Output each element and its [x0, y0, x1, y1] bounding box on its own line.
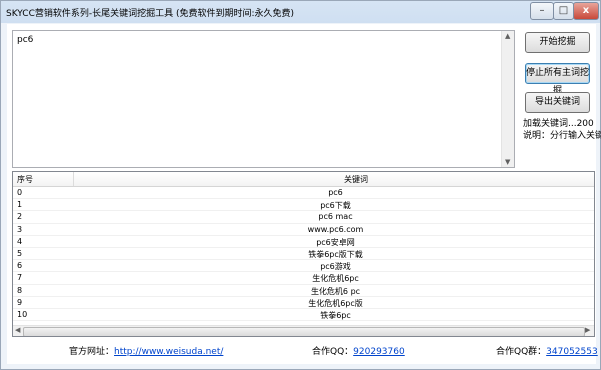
row-keyword: pc6游戏 [320, 262, 351, 272]
column-header-index[interactable]: 序号 [17, 174, 33, 185]
row-index: 5 [17, 248, 23, 258]
row-keyword: 铁拳6pc [320, 310, 351, 320]
official-site-label: 官方网址： [69, 347, 115, 357]
table-row[interactable]: 1 pc6下载 [13, 199, 594, 212]
row-index: 2 [17, 212, 23, 222]
scroll-left-icon[interactable]: ◀ [15, 326, 20, 334]
row-keyword: pc6下载 [320, 201, 351, 211]
table-row[interactable]: 7 生化危机6pc [13, 272, 594, 285]
scroll-down-icon[interactable]: ▼ [505, 158, 510, 166]
table-row[interactable]: 6 pc6游戏 [13, 260, 594, 273]
row-keyword: 生化危机6pc版 [308, 298, 363, 308]
maximize-button[interactable]: □ [553, 2, 574, 20]
qq-link[interactable]: 920293760 [353, 347, 405, 357]
row-index: 10 [17, 309, 28, 319]
column-header-keyword[interactable]: 关键词 [344, 174, 368, 185]
app-window: SKYCC营销软件系列-长尾关键词挖掘工具 (免费软件到期时间:永久免费) – … [0, 0, 601, 370]
qq-group-link[interactable]: 347052553 [546, 347, 598, 357]
column-divider[interactable] [73, 172, 74, 186]
window-title: SKYCC营销软件系列-长尾关键词挖掘工具 (免费软件到期时间:永久免费) [6, 9, 295, 19]
keyword-input-text: pc6 [17, 35, 34, 45]
row-keyword: 铁拳6pc版下载 [308, 249, 363, 259]
vertical-scrollbar[interactable]: ▲ ▼ [501, 31, 514, 167]
table-row[interactable]: 2 pc6 mac [13, 211, 594, 224]
table-row[interactable]: 5 铁拳6pc版下载 [13, 248, 594, 261]
keyword-input-area[interactable]: pc6 ▲ ▼ [12, 30, 515, 168]
row-keyword: 生化危机6pc [312, 274, 359, 284]
row-index: 1 [17, 200, 23, 210]
official-site: 官方网址：http://www.weisuda.net/ [69, 344, 223, 357]
table-row[interactable]: 3 www.pc6.com [13, 224, 594, 236]
table-header: 序号 关键词 [13, 172, 594, 187]
row-keyword: www.pc6.com [307, 224, 364, 234]
row-keyword: pc6安卓网 [316, 237, 355, 247]
scroll-right-icon[interactable]: ▶ [585, 326, 590, 334]
row-index: 7 [17, 273, 23, 283]
row-keyword: pc6 mac [318, 212, 353, 222]
cooperation-qq: 合作QQ：920293760 [312, 344, 405, 357]
keyword-table: 序号 关键词 0 pc6 1 pc6下载 2 pc6 mac 3 www.pc6.com 4 pc… [12, 171, 595, 337]
horizontal-scroll-thumb[interactable] [23, 327, 585, 336]
table-row[interactable]: 8 生化危机6 pc [13, 285, 594, 297]
qq-label: 合作QQ： [312, 347, 354, 357]
scroll-up-icon[interactable]: ▲ [505, 32, 510, 40]
table-body: 0 pc6 1 pc6下载 2 pc6 mac 3 www.pc6.com 4 pc6安卓网 5 铁拳… [13, 187, 594, 322]
start-mining-button[interactable]: 开始挖掘 [525, 32, 590, 53]
title-bar: SKYCC营销软件系列-长尾关键词挖掘工具 (免费软件到期时间:永久免费) – … [1, 1, 600, 23]
row-keyword: 生化危机6 pc [310, 286, 361, 296]
row-index: 4 [17, 236, 23, 246]
table-row[interactable]: 9 生化危机6pc版 [13, 297, 594, 309]
row-index: 9 [17, 297, 23, 307]
table-row[interactable]: 10 铁拳6pc [13, 309, 594, 322]
row-keyword: pc6 [328, 188, 343, 197]
horizontal-scrollbar[interactable]: ◀ ▶ [13, 325, 594, 336]
minimize-button[interactable]: – [530, 2, 554, 20]
export-keywords-button[interactable]: 导出关键词 [525, 92, 590, 113]
row-index: 6 [17, 261, 23, 271]
row-index: 3 [17, 224, 23, 234]
qq-group-label: 合作QQ群： [496, 347, 547, 357]
client-area: pc6 ▲ ▼ 开始挖掘 停止所有主词挖掘 导出关键词 加载关键词...200 … [7, 24, 601, 364]
hint-label: 说明：分行输入关键词 [523, 131, 601, 141]
stop-all-button[interactable]: 停止所有主词挖掘 [525, 63, 590, 96]
cooperation-qq-group: 合作QQ群：347052553 [496, 344, 598, 357]
table-row[interactable]: 0 pc6 [13, 187, 594, 200]
row-index: 0 [17, 188, 23, 197]
row-index: 8 [17, 285, 23, 295]
official-site-link[interactable]: http://www.weisuda.net/ [114, 347, 223, 357]
close-button[interactable]: x [573, 2, 599, 20]
table-row[interactable]: 4 pc6安卓网 [13, 236, 594, 248]
